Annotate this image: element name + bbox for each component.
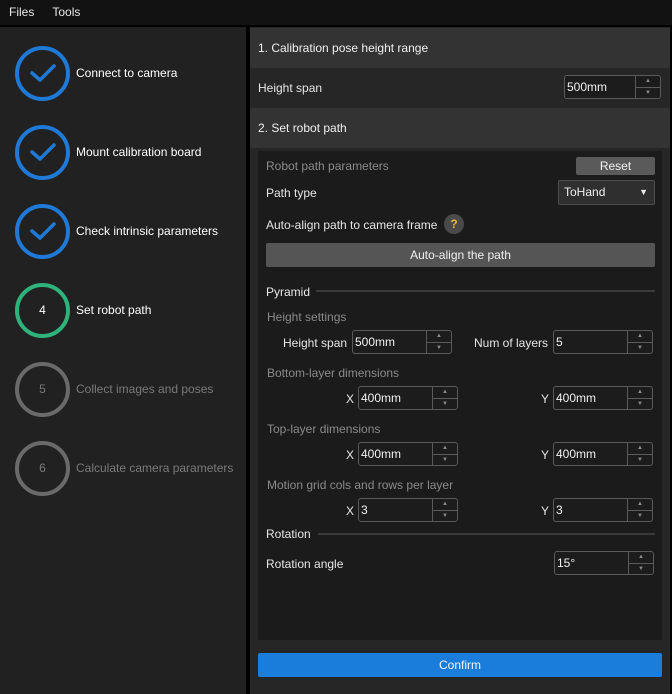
decrement-icon[interactable]: ▼ [628,343,652,354]
top-y-label: Y [541,448,550,462]
inner-height-span-input[interactable]: 500mm [353,331,427,353]
bottom-x-input[interactable]: 400mm [359,387,433,409]
decrement-icon[interactable]: ▼ [433,455,457,466]
step-set-robot-path[interactable]: 4 Set robot path [15,282,245,338]
auto-align-button[interactable]: Auto-align the path [266,243,655,267]
top-x-spinbox[interactable]: 400mm ▲ ▼ [358,442,458,466]
decrement-icon[interactable]: ▼ [433,511,457,522]
chevron-down-icon: ▼ [639,187,648,197]
bottom-y-input[interactable]: 400mm [554,387,628,409]
step-label: Connect to camera [76,66,178,80]
top-layer-label: Top-layer dimensions [267,422,381,436]
increment-icon[interactable]: ▲ [433,499,457,511]
motion-grid-label: Motion grid cols and rows per layer [267,478,454,492]
inner-height-span-label: Height span [283,336,348,350]
increment-icon[interactable]: ▲ [427,331,451,343]
path-type-value: ToHand [564,185,606,199]
num-layers-label: Num of layers [474,336,549,350]
increment-icon[interactable]: ▲ [628,331,652,343]
auto-align-label: Auto-align path to camera frame [266,218,438,232]
help-icon[interactable]: ? [444,214,464,234]
path-type-label: Path type [266,186,317,200]
grid-x-label: X [346,504,355,518]
robot-path-params-panel: Robot path parameters Reset Path type To… [258,151,662,640]
step-number-badge: 4 [15,282,70,338]
step-collect-images[interactable]: 5 Collect images and poses [15,361,245,417]
rotation-angle-label: Rotation angle [266,557,344,571]
increment-icon[interactable]: ▲ [433,387,457,399]
num-layers-input[interactable]: 5 [554,331,628,353]
decrement-icon[interactable]: ▼ [433,399,457,410]
top-x-input[interactable]: 400mm [359,443,433,465]
step-check-intrinsics[interactable]: Check intrinsic parameters [15,203,245,259]
section-robot-path-header[interactable]: 2. Set robot path [250,108,670,148]
height-settings-label: Height settings [267,310,347,324]
bottom-layer-label: Bottom-layer dimensions [267,366,400,380]
grid-y-label: Y [541,504,550,518]
pyramid-group-label: Pyramid [266,285,311,299]
rotation-group-label: Rotation [266,527,311,541]
rotation-divider [318,533,655,535]
path-type-select[interactable]: ToHand ▼ [558,180,655,205]
increment-icon[interactable]: ▲ [628,387,652,399]
check-icon [15,45,70,101]
grid-y-input[interactable]: 3 [554,499,628,521]
decrement-icon[interactable]: ▼ [628,455,652,466]
decrement-icon[interactable]: ▼ [629,564,653,575]
step-mount-board[interactable]: Mount calibration board [15,124,245,180]
top-x-label: X [346,448,355,462]
step-number-badge: 6 [15,440,70,496]
rotation-angle-spinbox[interactable]: 15° ▲ ▼ [554,551,654,575]
height-span-label: Height span [258,80,323,95]
step-calculate-params[interactable]: 6 Calculate camera parameters [15,440,245,496]
top-y-input[interactable]: 400mm [554,443,628,465]
top-y-spinbox[interactable]: 400mm ▲ ▼ [553,442,653,466]
menu-bar: Files Tools [0,0,672,25]
increment-icon[interactable]: ▲ [628,499,652,511]
check-icon [15,203,70,259]
grid-x-spinbox[interactable]: 3 ▲ ▼ [358,498,458,522]
increment-icon[interactable]: ▲ [628,443,652,455]
step-connect-camera[interactable]: Connect to camera [15,45,245,101]
rotation-angle-input[interactable]: 15° [555,552,629,574]
confirm-button[interactable]: Confirm [258,653,662,677]
bottom-y-spinbox[interactable]: 400mm ▲ ▼ [553,386,653,410]
increment-icon[interactable]: ▲ [636,76,660,88]
step-label: Check intrinsic parameters [76,224,219,238]
inner-height-span-spinbox[interactable]: 500mm ▲ ▼ [352,330,452,354]
bottom-x-label: X [346,392,355,406]
increment-icon[interactable]: ▲ [629,552,653,564]
decrement-icon[interactable]: ▼ [628,399,652,410]
pyramid-divider [316,290,655,292]
steps-sidebar: Connect to camera Mount calibration boar… [0,27,246,694]
bottom-y-label: Y [541,392,550,406]
section-height-range-header[interactable]: 1. Calibration pose height range [250,28,670,68]
step-label: Mount calibration board [76,145,202,159]
grid-y-spinbox[interactable]: 3 ▲ ▼ [553,498,653,522]
bottom-x-spinbox[interactable]: 400mm ▲ ▼ [358,386,458,410]
menu-files[interactable]: Files [0,0,43,25]
num-layers-spinbox[interactable]: 5 ▲ ▼ [553,330,653,354]
grid-x-input[interactable]: 3 [359,499,433,521]
decrement-icon[interactable]: ▼ [427,343,451,354]
increment-icon[interactable]: ▲ [433,443,457,455]
menu-tools[interactable]: Tools [43,0,89,25]
reset-button[interactable]: Reset [576,157,655,175]
step-label: Set robot path [76,303,152,317]
robot-path-params-label: Robot path parameters [266,159,389,173]
step-number-badge: 5 [15,361,70,417]
step-label: Collect images and poses [76,382,214,396]
height-span-input[interactable]: 500mm [565,76,636,98]
height-span-spinbox[interactable]: 500mm ▲ ▼ [564,75,661,99]
step-label: Calculate camera parameters [76,461,234,475]
decrement-icon[interactable]: ▼ [628,511,652,522]
decrement-icon[interactable]: ▼ [636,88,660,99]
check-icon [15,124,70,180]
main-panel: 1. Calibration pose height range Height … [250,27,670,694]
